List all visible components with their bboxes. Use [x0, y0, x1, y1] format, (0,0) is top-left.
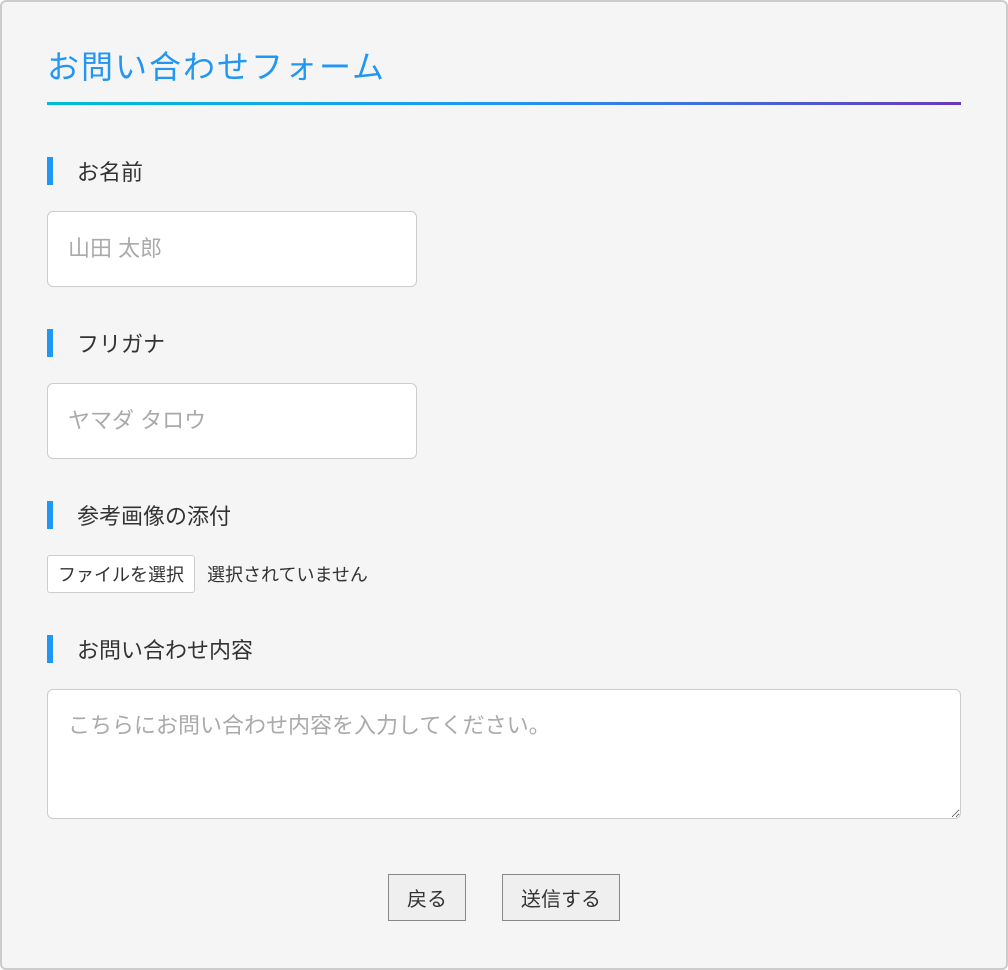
content-field-group: お問い合わせ内容: [47, 633, 961, 824]
label-bar-icon: [47, 157, 53, 185]
name-label: お名前: [77, 155, 143, 187]
file-status-text: 選択されていません: [207, 561, 368, 587]
content-label-row: お問い合わせ内容: [47, 633, 961, 665]
form-title: お問い合わせフォーム: [47, 42, 961, 105]
file-input-row: ファイルを選択 選択されていません: [47, 555, 961, 593]
furigana-input[interactable]: [47, 383, 417, 459]
content-label: お問い合わせ内容: [77, 633, 253, 665]
name-field-group: お名前: [47, 155, 961, 287]
attachment-label: 参考画像の添付: [77, 499, 231, 531]
furigana-label-row: フリガナ: [47, 327, 961, 359]
label-bar-icon: [47, 329, 53, 357]
content-textarea[interactable]: [47, 689, 961, 819]
furigana-field-group: フリガナ: [47, 327, 961, 459]
label-bar-icon: [47, 635, 53, 663]
furigana-label: フリガナ: [77, 327, 165, 359]
name-input[interactable]: [47, 211, 417, 287]
back-button[interactable]: 戻る: [388, 874, 466, 921]
label-bar-icon: [47, 501, 53, 529]
button-row: 戻る 送信する: [47, 874, 961, 921]
submit-button[interactable]: 送信する: [502, 874, 620, 921]
attachment-label-row: 参考画像の添付: [47, 499, 961, 531]
file-select-button[interactable]: ファイルを選択: [47, 555, 195, 593]
contact-form-container: お問い合わせフォーム お名前 フリガナ 参考画像の添付 ファイルを選択 選択され…: [0, 0, 1008, 970]
name-label-row: お名前: [47, 155, 961, 187]
attachment-field-group: 参考画像の添付 ファイルを選択 選択されていません: [47, 499, 961, 593]
